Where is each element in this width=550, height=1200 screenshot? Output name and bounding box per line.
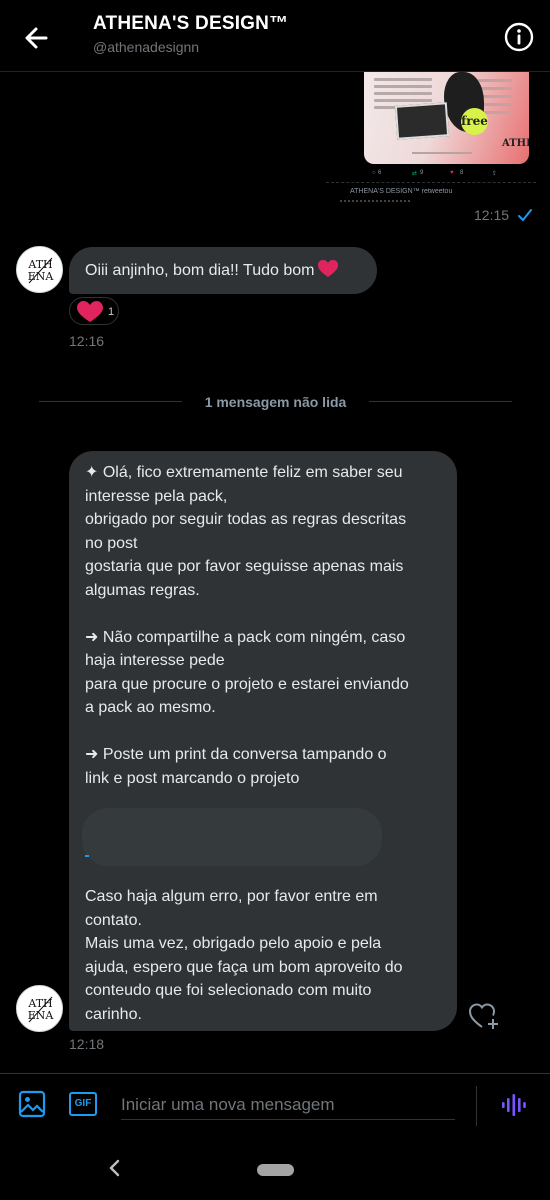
message-line: Caso haja algum erro, por favor entre em — [85, 888, 378, 905]
athena-logo: ATHENA — [502, 138, 529, 149]
heart-reaction-icon — [77, 301, 103, 328]
message-time: 12:18 — [69, 1036, 105, 1052]
shared-tweet-image[interactable]: free ATHENA — [364, 72, 529, 164]
message-text: Oiii anjinho, bom dia!! Tudo bom — [85, 262, 315, 279]
unread-divider-label: 1 mensagem não lida — [204, 394, 347, 410]
message-line: para que procure o projeto e estarei env… — [85, 675, 409, 693]
reply-count: 6 — [378, 170, 382, 176]
gif-button[interactable]: GIF — [69, 1092, 97, 1116]
message-line: obrigado por seguir todas as regras desc… — [85, 511, 407, 528]
like-count: 8 — [460, 170, 464, 176]
message-line: algumas regras. — [85, 581, 200, 599]
laptop-photo — [394, 102, 450, 140]
voice-message-icon[interactable] — [500, 1091, 528, 1119]
message-line: conteudo que foi selecionado com muito — [85, 982, 372, 999]
retweet-note: ATHENA'S DESIGN™ retweetou — [350, 188, 453, 195]
message-line: haja interesse pede — [85, 652, 225, 669]
like-icon: ♥ — [450, 170, 454, 176]
svg-text:ENA: ENA — [28, 270, 55, 283]
message-line: link e post marcando o projeto — [85, 769, 300, 787]
message-line: no post — [85, 534, 138, 552]
message-time: 12:16 — [69, 333, 105, 349]
conversation-title[interactable]: ATHENA'S DESIGN™ — [93, 13, 288, 35]
divider-line — [369, 401, 512, 402]
avatar[interactable]: ATH ENA — [16, 985, 63, 1032]
home-pill[interactable] — [257, 1164, 294, 1176]
message-line: interesse pela pack, — [85, 487, 228, 505]
message-line: ➜ Não compartilhe a pack com ningém, cas… — [85, 628, 406, 646]
seen-check-icon — [517, 208, 533, 222]
reaction-count: 1 — [108, 306, 115, 318]
avatar[interactable]: ATH ENA — [16, 246, 63, 293]
info-icon[interactable] — [503, 21, 535, 53]
free-badge: free — [461, 108, 488, 135]
message-line: a pack ao mesmo. — [85, 699, 216, 716]
hidden-link-preview[interactable] — [82, 808, 382, 866]
message-input[interactable] — [121, 1090, 455, 1120]
link-indicator — [85, 855, 89, 857]
message-line: ajuda, espero que faça um bom aproveito … — [85, 958, 403, 976]
heart-emoji-icon — [318, 260, 339, 283]
composer-divider — [476, 1086, 477, 1126]
reply-icon: ○ — [372, 170, 376, 176]
reaction-pill[interactable]: 1 — [69, 297, 119, 325]
retweet-count: 9 — [420, 170, 424, 176]
image-icon[interactable] — [18, 1090, 46, 1118]
message-bubble[interactable]: Oiii anjinho, bom dia!! Tudo bom — [69, 247, 377, 294]
message-composer: GIF — [0, 1073, 550, 1135]
message-time: 12:15 — [474, 207, 510, 223]
message-line: ✦ Olá, fico extremamente feliz em saber … — [85, 464, 403, 481]
divider-line — [39, 401, 182, 402]
message-line: contato. — [85, 911, 142, 929]
conversation-header: ATHENA'S DESIGN™ @athenadesignn — [0, 0, 550, 72]
message-line: ➜ Poste um print da conversa tampando o — [85, 746, 387, 763]
system-nav-bar — [0, 1136, 550, 1200]
conversation-handle: @athenadesignn — [93, 39, 200, 55]
message-bubble[interactable]: ✦ Olá, fico extremamente feliz em saber … — [69, 451, 457, 1031]
svg-text:ENA: ENA — [28, 1009, 55, 1022]
back-arrow-icon[interactable] — [18, 20, 58, 56]
message-line: gostaria que por favor seguisse apenas m… — [85, 558, 404, 575]
system-back-icon[interactable] — [104, 1156, 124, 1180]
retweet-icon: ⇄ — [412, 171, 418, 177]
share-icon: ⇪ — [492, 171, 498, 177]
shared-tweet-actions: ○ 6 ⇄ 9 ♥ 8 ⇪ — [364, 168, 529, 182]
message-line: Mais uma vez, obrigado pelo apoio e pela — [85, 935, 382, 952]
message-line: carinho. — [85, 1005, 142, 1023]
add-reaction-icon[interactable] — [468, 1000, 500, 1032]
